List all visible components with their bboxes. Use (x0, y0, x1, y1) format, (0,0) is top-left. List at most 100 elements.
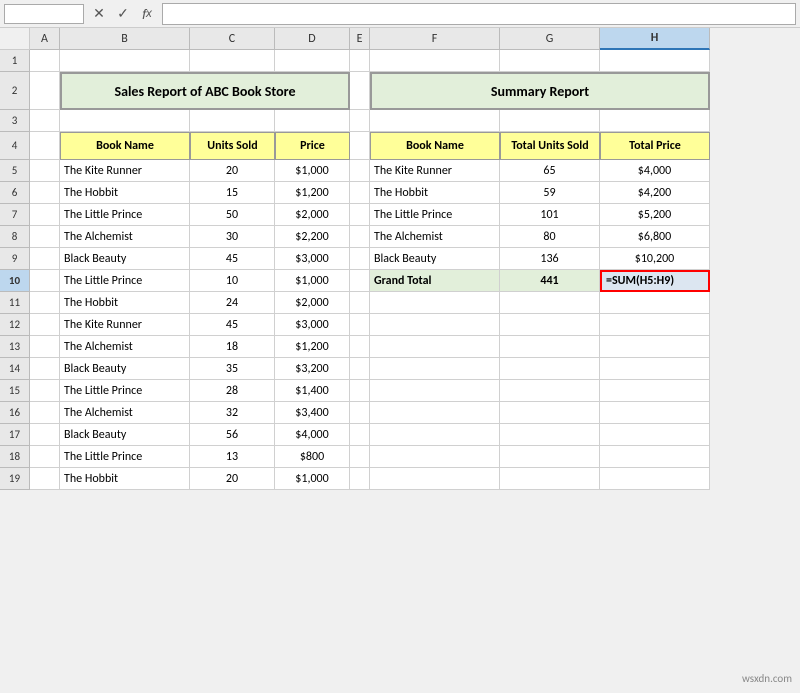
cancel-btn[interactable]: ✕ (88, 3, 110, 25)
cell-F8[interactable]: The Alchemist (370, 226, 500, 248)
cell-C1[interactable] (190, 50, 275, 72)
cell-D18[interactable]: $800 (275, 446, 350, 468)
confirm-btn[interactable]: ✓ (112, 3, 134, 25)
cell-D5[interactable]: $1,000 (275, 160, 350, 182)
cell-B17[interactable]: Black Beauty (60, 424, 190, 446)
cell-E11[interactable] (350, 292, 370, 314)
cell-H15[interactable] (600, 380, 710, 402)
cell-B18[interactable]: The Little Prince (60, 446, 190, 468)
cell-E6[interactable] (350, 182, 370, 204)
formula-input[interactable]: =SUM(H5:H9) (162, 3, 796, 25)
cell-B3[interactable] (60, 110, 190, 132)
cell-G9[interactable]: 136 (500, 248, 600, 270)
cell-F12[interactable] (370, 314, 500, 336)
cell-D9[interactable]: $3,000 (275, 248, 350, 270)
cell-F18[interactable] (370, 446, 500, 468)
cell-C6[interactable]: 15 (190, 182, 275, 204)
cell-E1[interactable] (350, 50, 370, 72)
cell-B7[interactable]: The Little Prince (60, 204, 190, 226)
cell-H9[interactable]: $10,200 (600, 248, 710, 270)
cell-B1[interactable] (60, 50, 190, 72)
cell-F5[interactable]: The Kite Runner (370, 160, 500, 182)
cell-B12[interactable]: The Kite Runner (60, 314, 190, 336)
cell-F11[interactable] (370, 292, 500, 314)
cell-F6[interactable]: The Hobbit (370, 182, 500, 204)
cell-H8[interactable]: $6,800 (600, 226, 710, 248)
cell-B16[interactable]: The Alchemist (60, 402, 190, 424)
cell-E10[interactable] (350, 270, 370, 292)
cell-C15[interactable]: 28 (190, 380, 275, 402)
cell-H16[interactable] (600, 402, 710, 424)
cell-H4[interactable]: Total Price (600, 132, 710, 160)
cell-B14[interactable]: Black Beauty (60, 358, 190, 380)
cell-G3[interactable] (500, 110, 600, 132)
cell-G17[interactable] (500, 424, 600, 446)
cell-E4[interactable] (350, 132, 370, 160)
cell-E17[interactable] (350, 424, 370, 446)
cell-D1[interactable] (275, 50, 350, 72)
cell-D10[interactable]: $1,000 (275, 270, 350, 292)
cell-B6[interactable]: The Hobbit (60, 182, 190, 204)
cell-A8[interactable] (30, 226, 60, 248)
cell-C8[interactable]: 30 (190, 226, 275, 248)
cell-A9[interactable] (30, 248, 60, 270)
cell-H1[interactable] (600, 50, 710, 72)
cell-B5[interactable]: The Kite Runner (60, 160, 190, 182)
cell-F4[interactable]: Book Name (370, 132, 500, 160)
cell-D19[interactable]: $1,000 (275, 468, 350, 490)
cell-E12[interactable] (350, 314, 370, 336)
cell-H7[interactable]: $5,200 (600, 204, 710, 226)
cell-D6[interactable]: $1,200 (275, 182, 350, 204)
cell-E18[interactable] (350, 446, 370, 468)
cell-D15[interactable]: $1,400 (275, 380, 350, 402)
cell-C16[interactable]: 32 (190, 402, 275, 424)
cell-F17[interactable] (370, 424, 500, 446)
col-H[interactable]: H (600, 28, 710, 50)
cell-F14[interactable] (370, 358, 500, 380)
cell-C9[interactable]: 45 (190, 248, 275, 270)
cell-A7[interactable] (30, 204, 60, 226)
cell-H10-formula[interactable]: =SUM(H5:H9) (600, 270, 710, 292)
cell-G11[interactable] (500, 292, 600, 314)
cell-H3[interactable] (600, 110, 710, 132)
col-E[interactable]: E (350, 28, 370, 50)
cell-E3[interactable] (350, 110, 370, 132)
cell-C19[interactable]: 20 (190, 468, 275, 490)
cell-A13[interactable] (30, 336, 60, 358)
cell-A5[interactable] (30, 160, 60, 182)
cell-A14[interactable] (30, 358, 60, 380)
cell-A11[interactable] (30, 292, 60, 314)
cell-E13[interactable] (350, 336, 370, 358)
cell-G13[interactable] (500, 336, 600, 358)
col-C[interactable]: C (190, 28, 275, 50)
cell-G16[interactable] (500, 402, 600, 424)
cell-G5[interactable]: 65 (500, 160, 600, 182)
cell-A17[interactable] (30, 424, 60, 446)
cell-E2[interactable] (350, 72, 370, 110)
cell-H5[interactable]: $4,000 (600, 160, 710, 182)
cell-H19[interactable] (600, 468, 710, 490)
cell-A3[interactable] (30, 110, 60, 132)
cell-F1[interactable] (370, 50, 500, 72)
cell-H11[interactable] (600, 292, 710, 314)
cell-D17[interactable]: $4,000 (275, 424, 350, 446)
cell-F10[interactable]: Grand Total (370, 270, 500, 292)
cell-F13[interactable] (370, 336, 500, 358)
cell-A10[interactable] (30, 270, 60, 292)
cell-G10[interactable]: 441 (500, 270, 600, 292)
cell-G1[interactable] (500, 50, 600, 72)
col-D[interactable]: D (275, 28, 350, 50)
cell-A16[interactable] (30, 402, 60, 424)
cell-B8[interactable]: The Alchemist (60, 226, 190, 248)
cell-F7[interactable]: The Little Prince (370, 204, 500, 226)
cell-B15[interactable]: The Little Prince (60, 380, 190, 402)
cell-C11[interactable]: 24 (190, 292, 275, 314)
cell-A6[interactable] (30, 182, 60, 204)
cell-D14[interactable]: $3,200 (275, 358, 350, 380)
cell-A19[interactable] (30, 468, 60, 490)
cell-E19[interactable] (350, 468, 370, 490)
cell-F16[interactable] (370, 402, 500, 424)
name-box[interactable]: H10 (4, 4, 84, 24)
cell-A15[interactable] (30, 380, 60, 402)
cell-D4[interactable]: Price (275, 132, 350, 160)
